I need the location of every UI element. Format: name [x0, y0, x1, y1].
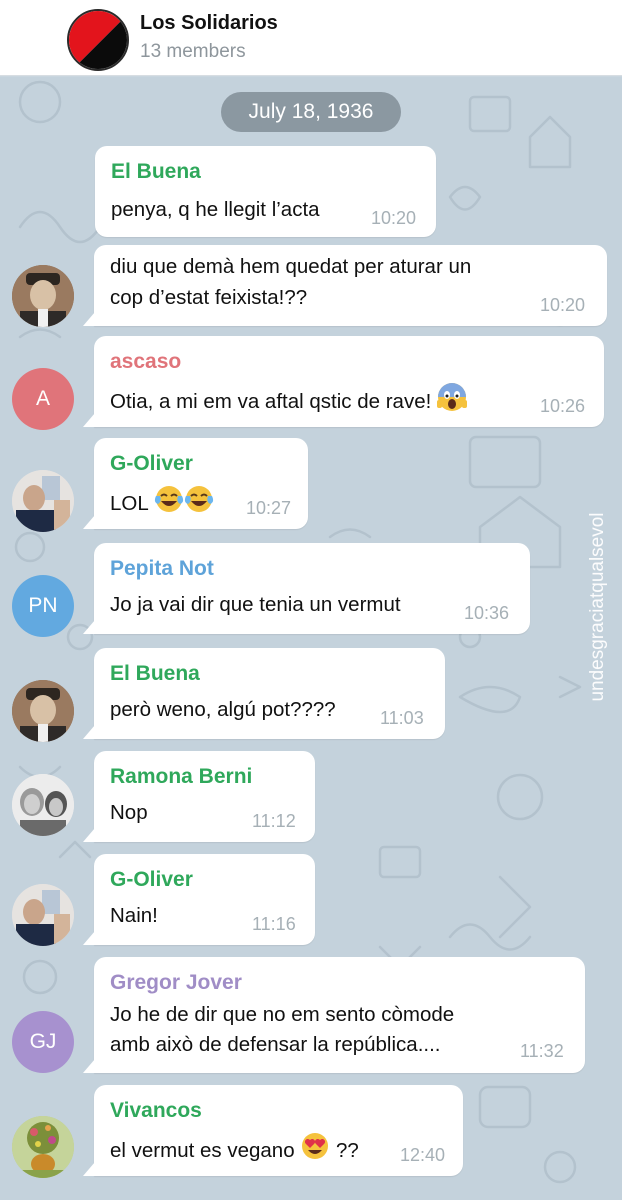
- avatar-vivancos[interactable]: [12, 1116, 74, 1178]
- message-time: 12:40: [400, 1145, 446, 1165]
- heart-eyes-emoji: [300, 1131, 330, 1170]
- avatar-ramona-berni[interactable]: [12, 774, 74, 836]
- group-avatar-flag-icon[interactable]: [67, 9, 129, 71]
- message-text: Nain!: [110, 904, 158, 927]
- chat-area[interactable]: July 18, 1936 El Buena penya, q he llegi…: [0, 77, 622, 1200]
- date-separator: July 18, 1936: [221, 92, 401, 132]
- message-text: amb això de defensar la república....: [110, 1033, 441, 1056]
- sender-name[interactable]: El Buena: [111, 160, 201, 184]
- message-bubble[interactable]: El Buena penya, q he llegit l’acta 10:20: [95, 146, 436, 237]
- tears-of-joy-emoji: [184, 484, 214, 523]
- fearful-face-emoji: [437, 382, 467, 421]
- message-text: diu que demà hem quedat per aturar un: [110, 255, 472, 278]
- message-bubble[interactable]: G-Oliver Nain! 11:16: [83, 854, 315, 945]
- message-bubble[interactable]: G-Oliver LOL 10:27: [83, 438, 308, 529]
- message-text: cop d’estat feixista!??: [110, 286, 308, 309]
- avatar-gregor-jover[interactable]: GJ: [12, 1011, 74, 1073]
- message-text: però weno, algú pot????: [110, 698, 336, 721]
- message-bubble[interactable]: diu que demà hem quedat per aturar un co…: [83, 245, 607, 326]
- message-bubble[interactable]: Vivancos el vermut es vegano ?? 12:40: [83, 1085, 463, 1176]
- message-text: Nop: [110, 801, 148, 824]
- message-text: penya, q he llegit l’acta: [111, 198, 320, 221]
- sender-name[interactable]: G-Oliver: [110, 868, 193, 892]
- message-time: 11:12: [252, 811, 296, 831]
- chat-header[interactable]: Los Solidarios 13 members: [0, 0, 622, 76]
- message-time: 11:03: [380, 708, 424, 728]
- message-text: Jo he de dir que no em sento còmode: [110, 1003, 455, 1026]
- sender-name[interactable]: Gregor Jover: [110, 971, 242, 995]
- message-time: 11:16: [252, 914, 296, 934]
- avatar-pepita-not[interactable]: PN: [12, 575, 74, 637]
- sender-name[interactable]: Ramona Berni: [110, 765, 252, 789]
- tears-of-joy-emoji: [154, 484, 184, 523]
- message-text: LOL: [110, 484, 214, 523]
- sender-name[interactable]: G-Oliver: [110, 452, 193, 476]
- avatar-g-oliver[interactable]: [12, 884, 74, 946]
- message-time: 10:20: [371, 208, 417, 228]
- message-time: 10:36: [464, 603, 510, 623]
- sender-name[interactable]: El Buena: [110, 662, 200, 686]
- message-bubble[interactable]: El Buena però weno, algú pot???? 11:03: [83, 648, 445, 739]
- sender-name[interactable]: Pepita Not: [110, 557, 214, 581]
- message-bubble[interactable]: Pepita Not Jo ja vai dir que tenia un ve…: [83, 543, 530, 634]
- message-text: Otia, a mi em va aftal qstic de rave!: [110, 382, 467, 421]
- group-title: Los Solidarios: [140, 12, 278, 34]
- message-time: 10:26: [540, 396, 586, 416]
- message-text: Jo ja vai dir que tenia un vermut: [110, 593, 401, 616]
- watermark: undesgraciatqualsevol: [587, 512, 608, 702]
- sender-name[interactable]: ascaso: [110, 350, 181, 374]
- avatar-g-oliver[interactable]: [12, 470, 74, 532]
- message-text: el vermut es vegano ??: [110, 1131, 359, 1170]
- message-bubble[interactable]: Gregor Jover Jo he de dir que no em sent…: [83, 957, 585, 1073]
- member-count: 13 members: [140, 41, 246, 62]
- message-bubble[interactable]: Ramona Berni Nop 11:12: [83, 751, 315, 842]
- sender-name[interactable]: Vivancos: [110, 1099, 202, 1123]
- message-time: 10:27: [246, 498, 292, 518]
- message-time: 11:32: [520, 1041, 564, 1061]
- avatar-el-buena[interactable]: [12, 265, 74, 327]
- avatar-el-buena[interactable]: [12, 680, 74, 742]
- avatar-ascaso[interactable]: A: [12, 368, 74, 430]
- message-time: 10:20: [540, 295, 586, 315]
- message-bubble[interactable]: ascaso Otia, a mi em va aftal qstic de r…: [83, 336, 604, 427]
